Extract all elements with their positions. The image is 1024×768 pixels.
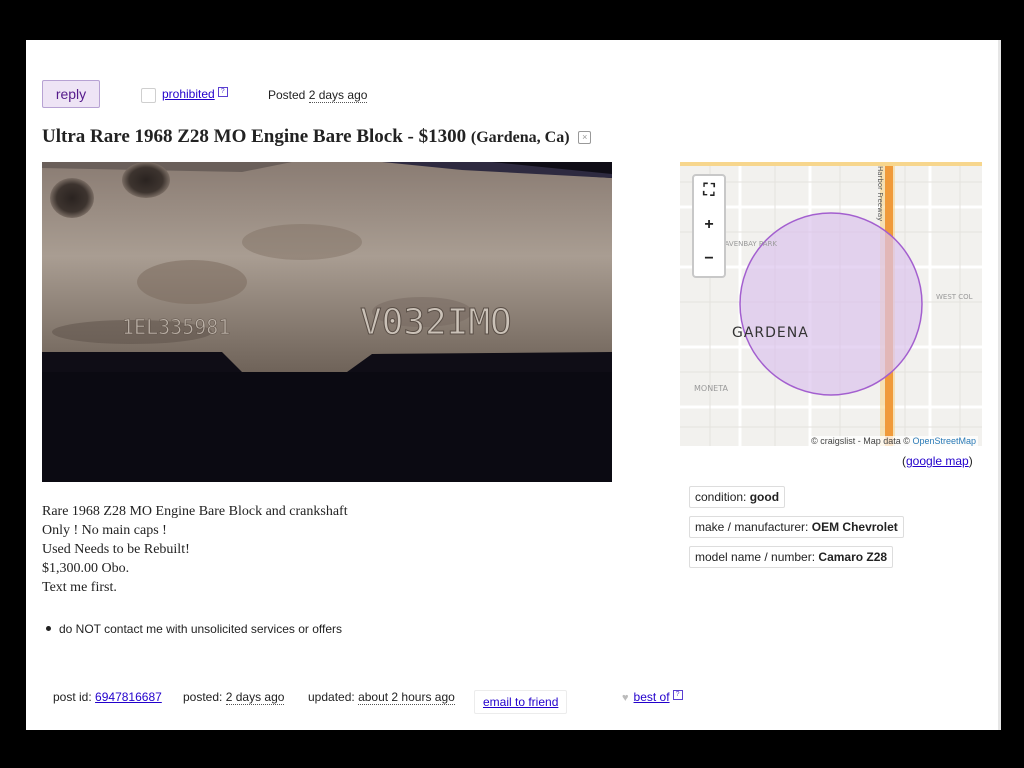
attr-label: make / manufacturer: — [695, 520, 809, 534]
body-line: Used Needs to be Rebuilt! — [42, 542, 190, 557]
notice-list: do NOT contact me with unsolicited servi… — [42, 622, 342, 636]
posting-photo[interactable]: 1EL335981 V032IMO — [42, 162, 612, 482]
post-id: post id: 6947816687 — [53, 690, 162, 704]
attr-label: condition: — [695, 490, 747, 504]
best-of: ♥ best of? — [622, 690, 683, 704]
footer-posted-label: posted: — [183, 690, 223, 704]
google-map-link-wrap: (google map) — [902, 454, 973, 468]
posted-prefix: Posted — [268, 88, 306, 102]
attr-make: make / manufacturer: OEM Chevrolet — [689, 516, 904, 538]
posting-header: reply prohibited? Posted 2 days ago — [42, 80, 542, 110]
map-freeway-label: Harbor Freeway — [876, 166, 884, 221]
map-area-label: MONETA — [694, 384, 729, 393]
prohibited-label[interactable]: prohibited — [162, 87, 215, 101]
map-attribution: © craigslist - Map data © OpenStreetMap — [809, 436, 978, 446]
map-area-label: WEST COL — [936, 293, 973, 301]
posting-page: reply prohibited? Posted 2 days ago Ultr… — [26, 40, 998, 730]
title-text: Ultra Rare 1968 Z28 MO Engine Bare Block… — [42, 126, 467, 147]
body-line: Only ! No main caps ! — [42, 523, 167, 538]
footer-updated: updated: about 2 hours ago — [308, 690, 455, 705]
footer-updated-value: about 2 hours ago — [358, 690, 455, 705]
page-scrollbar[interactable] — [998, 40, 1001, 730]
attribution-text: © craigslist - Map data © — [811, 436, 910, 446]
footer-updated-label: updated: — [308, 690, 355, 704]
heart-icon: ♥ — [622, 692, 629, 704]
footer-posted: posted: 2 days ago — [183, 690, 285, 705]
body-line: Rare 1968 Z28 MO Engine Bare Block and c… — [42, 504, 348, 519]
body-line: $1,300.00 Obo. — [42, 561, 130, 576]
openstreetmap-link[interactable]: OpenStreetMap — [912, 436, 976, 446]
help-icon[interactable]: ? — [672, 690, 683, 700]
google-map-link[interactable]: google map — [906, 454, 969, 468]
attr-label: model name / number: — [695, 550, 816, 564]
title-location: (Gardena, Ca) — [470, 129, 570, 146]
email-to-friend-button[interactable]: email to friend — [474, 690, 568, 714]
prohibited-link[interactable]: prohibited? — [162, 87, 228, 101]
attr-value: OEM Chevrolet — [811, 520, 898, 534]
bullet-icon — [46, 626, 51, 632]
posting-body: Rare 1968 Z28 MO Engine Bare Block and c… — [42, 502, 348, 597]
stamp-code: V032IMO — [360, 302, 512, 343]
stamp-serial: 1EL335981 — [122, 315, 230, 339]
map-city-label: GARDENA — [732, 325, 809, 341]
map-area-label: RAVENBAY PARK — [720, 240, 777, 248]
map-controls: ⛶ + − — [692, 174, 726, 278]
posted-date: Posted 2 days ago — [268, 88, 368, 103]
notice-text: do NOT contact me with unsolicited servi… — [59, 622, 343, 636]
attr-value: Camaro Z28 — [818, 550, 888, 564]
attr-value: good — [749, 490, 780, 504]
engine-block-photo: 1EL335981 V032IMO — [42, 162, 612, 482]
flag-prohibited-checkbox[interactable] — [141, 88, 156, 103]
zoom-in-button[interactable]: + — [696, 212, 722, 238]
reply-button[interactable]: reply — [42, 80, 100, 108]
hide-posting-icon[interactable]: × — [578, 131, 592, 145]
help-icon[interactable]: ? — [217, 87, 228, 97]
zoom-out-button[interactable]: − — [696, 246, 722, 272]
footer-posted-value: 2 days ago — [225, 690, 285, 705]
post-id-link[interactable]: 6947816687 — [95, 690, 162, 704]
best-of-link[interactable]: best of — [634, 690, 670, 704]
body-line: Text me first. — [42, 580, 117, 595]
fullscreen-icon[interactable]: ⛶ — [696, 178, 722, 204]
posting-title: Ultra Rare 1968 Z28 MO Engine Bare Block… — [42, 126, 592, 148]
attr-condition: condition: good — [689, 486, 786, 508]
posted-ago: 2 days ago — [308, 88, 368, 103]
post-id-label: post id: — [53, 690, 92, 704]
email-to-friend-link[interactable]: email to friend — [483, 695, 558, 709]
location-map[interactable]: GARDENA RAVENBAY PARK WEST COL MONETA Ha… — [680, 162, 982, 446]
attr-model: model name / number: Camaro Z28 — [689, 546, 894, 568]
google-map-close-paren: ) — [968, 454, 973, 468]
